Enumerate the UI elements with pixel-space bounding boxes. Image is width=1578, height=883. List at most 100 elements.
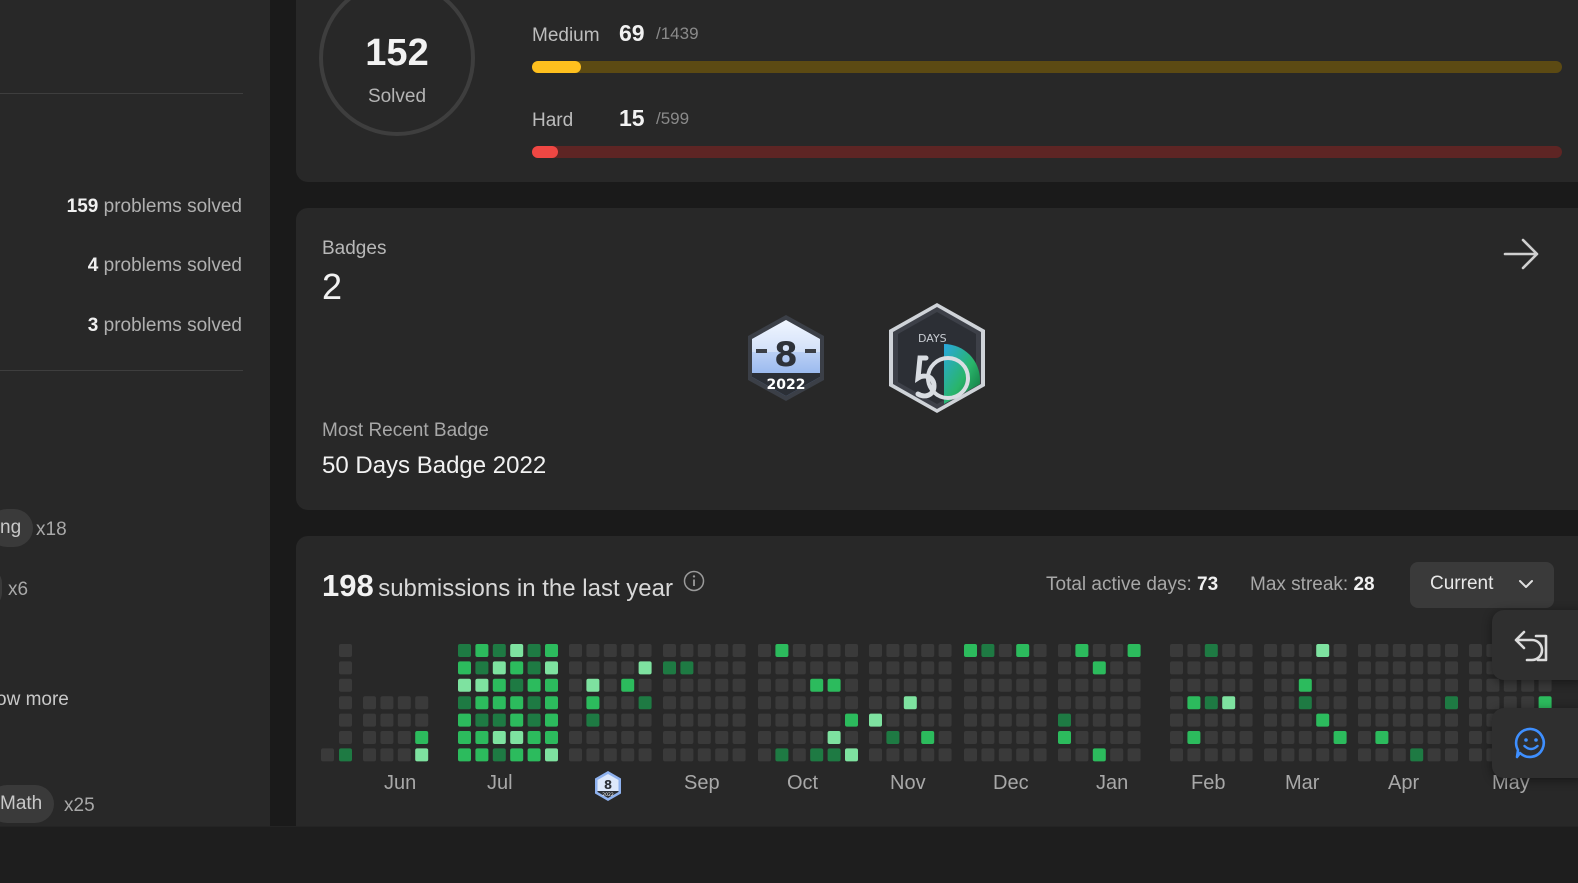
heatmap-cell[interactable] [1445,661,1458,675]
heatmap-cell[interactable] [492,661,506,675]
heatmap-cell[interactable] [475,678,489,692]
heatmap-cell[interactable] [1486,678,1500,692]
heatmap-cell[interactable] [680,748,694,762]
heatmap-cell[interactable] [680,644,694,657]
heatmap-cell[interactable] [1469,644,1482,657]
heatmap-cell[interactable] [938,678,952,692]
heatmap-cell[interactable] [1410,678,1424,692]
heatmap-cell[interactable] [527,644,541,657]
heatmap-cell[interactable] [339,731,352,744]
heatmap-cell[interactable] [458,661,471,675]
heatmap-cell[interactable] [1410,661,1424,675]
heatmap-cell[interactable] [732,696,746,710]
heatmap-cell[interactable] [380,748,394,762]
heatmap-cell[interactable] [1358,731,1371,744]
heatmap-cell[interactable] [569,731,582,744]
heatmap-cell[interactable] [586,748,600,762]
heatmap-cell[interactable] [827,748,841,762]
heatmap-cell[interactable] [475,713,489,727]
heatmap-cell[interactable] [869,731,882,744]
show-more-link[interactable]: ow more [0,689,69,711]
heatmap-cell[interactable] [998,678,1012,692]
heatmap-cell[interactable] [545,731,558,744]
heatmap-cell[interactable] [1239,661,1253,675]
heatmap-cell[interactable] [363,731,376,744]
heatmap-cell[interactable] [1058,678,1071,692]
heatmap-cell[interactable] [545,661,558,675]
heatmap-cell[interactable] [1281,731,1295,744]
heatmap-cell[interactable] [1127,731,1141,744]
heatmap-cell[interactable] [697,748,711,762]
heatmap-cell[interactable] [845,713,858,727]
heatmap-cell[interactable] [1333,748,1347,762]
heatmap-cell[interactable] [1187,661,1201,675]
heatmap-cell[interactable] [680,678,694,692]
heatmap-cell[interactable] [921,713,935,727]
switch-view-button[interactable] [1492,610,1578,680]
heatmap-cell[interactable] [1333,713,1347,727]
heatmap-cell[interactable] [415,748,429,762]
heatmap-cell[interactable] [1058,644,1071,657]
heatmap-cell[interactable] [603,731,617,744]
heatmap-cell[interactable] [1316,644,1330,657]
heatmap-cell[interactable] [1445,713,1458,727]
heatmap-cell[interactable] [810,678,824,692]
heatmap-cell[interactable] [1445,644,1458,657]
heatmap-cell[interactable] [1092,713,1106,727]
heatmap-cell[interactable] [1410,713,1424,727]
heatmap-cell[interactable] [638,731,652,744]
heatmap-cell[interactable] [1016,696,1030,710]
heatmap-cell[interactable] [1392,713,1406,727]
heatmap-cell[interactable] [921,644,935,657]
heatmap-cell[interactable] [475,748,489,762]
heatmap-cell[interactable] [697,661,711,675]
heatmap-cell[interactable] [827,713,841,727]
heatmap-cell[interactable] [964,731,977,744]
heatmap-cell[interactable] [964,713,977,727]
heatmap-cell[interactable] [903,696,917,710]
heatmap-cell[interactable] [1033,678,1047,692]
heatmap-cell[interactable] [938,713,952,727]
heatmap-cell[interactable] [1281,713,1295,727]
heatmap-cell[interactable] [1239,696,1253,710]
heatmap-cell[interactable] [1127,644,1141,657]
heatmap-cell[interactable] [998,644,1012,657]
heatmap-cell[interactable] [475,696,489,710]
heatmap-cell[interactable] [903,731,917,744]
heatmap-cell[interactable] [603,713,617,727]
heatmap-cell[interactable] [938,661,952,675]
heatmap-cell[interactable] [621,713,635,727]
heatmap-cell[interactable] [1016,661,1030,675]
heatmap-cell[interactable] [964,678,977,692]
heatmap-cell[interactable] [1222,696,1236,710]
heatmap-cell[interactable] [1264,731,1277,744]
heatmap-cell[interactable] [1110,748,1124,762]
heatmap-cell[interactable] [827,644,841,657]
heatmap-cell[interactable] [1033,713,1047,727]
heatmap-cell[interactable] [1016,644,1030,657]
heatmap-cell[interactable] [621,748,635,762]
heatmap-cell[interactable] [510,696,524,710]
heatmap-cell[interactable] [869,713,882,727]
heatmap-cell[interactable] [827,696,841,710]
skill-chip[interactable]: ng [0,509,34,547]
heatmap-cell[interactable] [458,731,471,744]
heatmap-cell[interactable] [603,696,617,710]
heatmap-cell[interactable] [1170,661,1183,675]
heatmap-cell[interactable] [810,696,824,710]
heatmap-cell[interactable] [1316,748,1330,762]
heatmap-cell[interactable] [586,696,600,710]
heatmap-cell[interactable] [981,731,995,744]
heatmap-cell[interactable] [869,696,882,710]
heatmap-cell[interactable] [663,644,676,657]
heatmap-cell[interactable] [545,644,558,657]
heatmap-cell[interactable] [339,748,352,762]
heatmap-cell[interactable] [1222,713,1236,727]
heatmap-cell[interactable] [938,731,952,744]
heatmap-cell[interactable] [663,731,676,744]
heatmap-cell[interactable] [663,678,676,692]
heatmap-cell[interactable] [1239,678,1253,692]
heatmap-cell[interactable] [732,661,746,675]
heatmap-cell[interactable] [886,696,900,710]
heatmap-cell[interactable] [1110,661,1124,675]
